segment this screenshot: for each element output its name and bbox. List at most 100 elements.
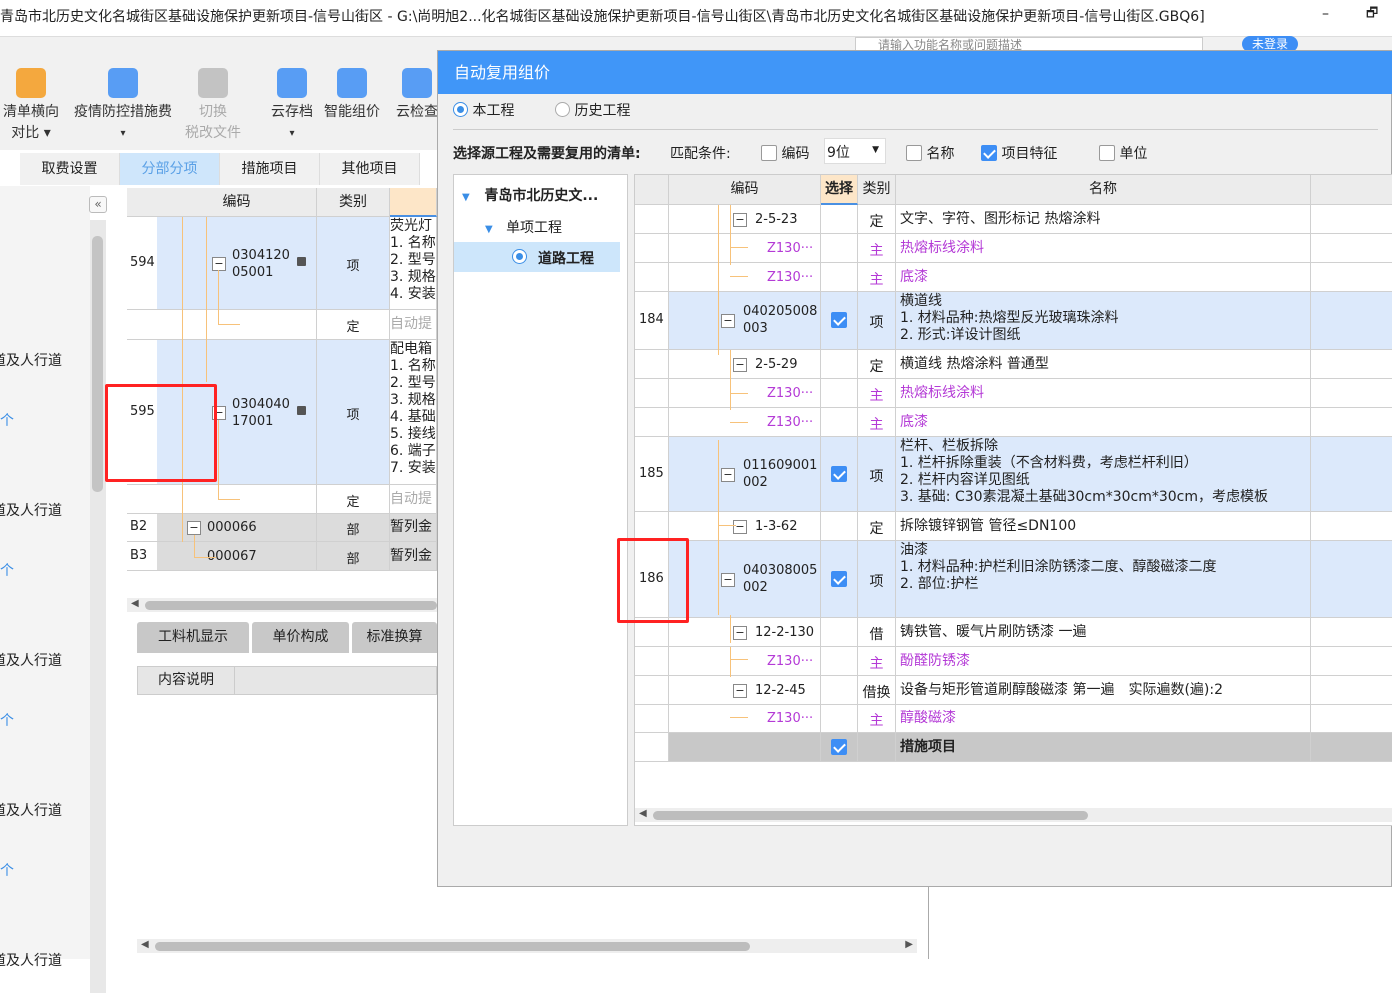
- unit-checkbox[interactable]: 单位: [1099, 143, 1147, 163]
- restore-button[interactable]: 🗗: [1366, 4, 1378, 26]
- select-cell[interactable]: [821, 437, 858, 512]
- collapse-icon[interactable]: −: [733, 519, 747, 534]
- collapse-icon[interactable]: −: [187, 521, 201, 535]
- toolbar-button[interactable]: 云存档 ▾: [265, 68, 319, 144]
- code-checkbox[interactable]: 编码: [761, 143, 809, 163]
- sidebar-item[interactable]: 个: [0, 560, 14, 580]
- column-header[interactable]: 选择: [821, 175, 858, 205]
- type-cell: 项: [317, 340, 390, 485]
- row-number: [127, 485, 158, 514]
- collapse-icon[interactable]: −: [721, 572, 735, 587]
- checkbox-checked-icon: [981, 145, 997, 161]
- code-text: 011609001 002: [743, 457, 818, 490]
- collapse-icon[interactable]: −: [733, 683, 747, 698]
- tab[interactable]: 其他项目: [320, 153, 420, 185]
- select-cell: [821, 350, 858, 379]
- toolbar-label: 清单横向: [3, 104, 59, 120]
- radio-selected-icon: [453, 102, 468, 117]
- sidebar-item[interactable]: 道及人行道: [0, 950, 62, 970]
- dialog-horizontal-scrollbar[interactable]: ◀: [635, 808, 1392, 822]
- tree-line: [730, 276, 748, 277]
- select-value: 9位: [827, 145, 850, 161]
- sidebar-item[interactable]: 道及人行道: [0, 350, 62, 370]
- radio-history-project[interactable]: 历史工程: [555, 100, 630, 120]
- name-checkbox[interactable]: 名称: [906, 143, 954, 163]
- select-cell[interactable]: [821, 541, 858, 618]
- radio-label: 历史工程: [574, 103, 631, 119]
- collapse-icon[interactable]: −: [721, 467, 735, 482]
- bottom-horizontal-scrollbar[interactable]: ◀ ▶: [137, 939, 917, 953]
- name-cell: 荧光灯 1. 名称 2. 型号 3. 规格 4. 安装: [390, 217, 437, 310]
- type-cell: 定: [317, 485, 390, 514]
- main-horizontal-scrollbar[interactable]: ◀: [127, 598, 437, 612]
- toolbar-button[interactable]: 智能组价: [320, 68, 384, 123]
- checkbox-label: 编码: [781, 146, 810, 162]
- cloud-save-icon: [277, 68, 307, 98]
- tree-node-single-project[interactable]: ▼ 单项工程: [485, 217, 562, 237]
- toolbar-button[interactable]: 清单横向 对比 ▾: [0, 68, 62, 144]
- checkbox-checked-icon[interactable]: [831, 465, 847, 482]
- tab[interactable]: 分部分项: [120, 153, 220, 185]
- toolbar-button[interactable]: 切换 税改文件: [180, 68, 246, 144]
- scrollbar-thumb[interactable]: [92, 236, 103, 492]
- collapse-sidebar-button[interactable]: «: [89, 196, 107, 213]
- collapse-icon[interactable]: −: [721, 314, 735, 328]
- name-cell: 醇酸磁漆: [896, 705, 1311, 733]
- feature-checkbox[interactable]: 项目特征: [981, 143, 1057, 163]
- sidebar-item[interactable]: 道及人行道: [0, 500, 62, 520]
- checkbox-checked-icon[interactable]: [831, 570, 847, 587]
- extra-cell: [1311, 647, 1392, 676]
- window-title: 青岛市北历史文化名城街区基础设施保护更新项目-信号山街区 - G:\尚明旭2..…: [0, 9, 1205, 25]
- annotation-box: [617, 538, 689, 623]
- select-cell: [821, 676, 858, 705]
- extra-cell: [1311, 705, 1392, 733]
- type-cell: 定: [858, 205, 896, 234]
- select-cell[interactable]: [821, 292, 858, 350]
- sidebar-item[interactable]: 道及人行道: [0, 800, 62, 820]
- sidebar-item[interactable]: 道及人行道: [0, 650, 62, 670]
- tree-node-road-project[interactable]: 道路工程: [454, 242, 620, 272]
- tab[interactable]: 取费设置: [20, 153, 120, 185]
- collapse-icon[interactable]: −: [733, 212, 747, 227]
- tree-root[interactable]: ▼ 青岛市北历史文...: [462, 185, 598, 205]
- extra-cell: [1311, 350, 1392, 379]
- extra-cell: [1311, 676, 1392, 705]
- collapse-icon[interactable]: −: [733, 357, 747, 372]
- radio-current-project[interactable]: 本工程: [453, 100, 514, 120]
- collapse-icon[interactable]: −: [733, 625, 747, 640]
- minimize-button[interactable]: –: [1322, 6, 1329, 22]
- project-tree: ▼ 青岛市北历史文... ▼ 单项工程 道路工程: [453, 174, 628, 826]
- name-cell: 底漆: [896, 408, 1311, 437]
- header-cell: [127, 188, 158, 217]
- code-text: 1-3-62: [755, 518, 798, 534]
- tab[interactable]: 措施项目: [220, 153, 320, 185]
- toolbar-button[interactable]: 疫情防控措施费 ▾: [68, 68, 178, 144]
- tree-line: [218, 270, 219, 325]
- row-number: B2: [127, 514, 158, 542]
- collapse-icon[interactable]: −: [212, 256, 226, 271]
- sidebar-item[interactable]: 个: [0, 410, 14, 430]
- tree-node-label: 道路工程: [538, 251, 594, 267]
- tree-line: [730, 247, 748, 248]
- code-cell: [157, 310, 317, 340]
- divider: [928, 887, 929, 959]
- select-cell: [821, 512, 858, 541]
- smart-price-icon: [337, 68, 367, 98]
- sidebar-item[interactable]: 个: [0, 710, 14, 730]
- bottom-tab[interactable]: 单价构成: [252, 622, 349, 653]
- code-digits-select[interactable]: 9位 ▼: [824, 138, 886, 164]
- extra-cell: [1311, 733, 1392, 762]
- bottom-tab[interactable]: 工料机显示: [137, 622, 249, 653]
- content-header: 内容说明: [137, 666, 437, 695]
- bottom-tab[interactable]: 标准换算: [352, 622, 437, 653]
- checkbox-checked-icon[interactable]: [831, 312, 847, 328]
- sidebar-item[interactable]: 个: [0, 860, 14, 880]
- type-cell: 定: [317, 310, 390, 340]
- checkbox-checked-icon[interactable]: [831, 738, 847, 755]
- select-cell[interactable]: [821, 733, 858, 762]
- code-text: 0304040 17001: [232, 396, 290, 429]
- toolbar-button[interactable]: 云检查: [392, 68, 442, 123]
- caret-down-icon: ▼: [485, 224, 493, 235]
- row-number: [635, 512, 669, 541]
- type-cell: [858, 733, 896, 762]
